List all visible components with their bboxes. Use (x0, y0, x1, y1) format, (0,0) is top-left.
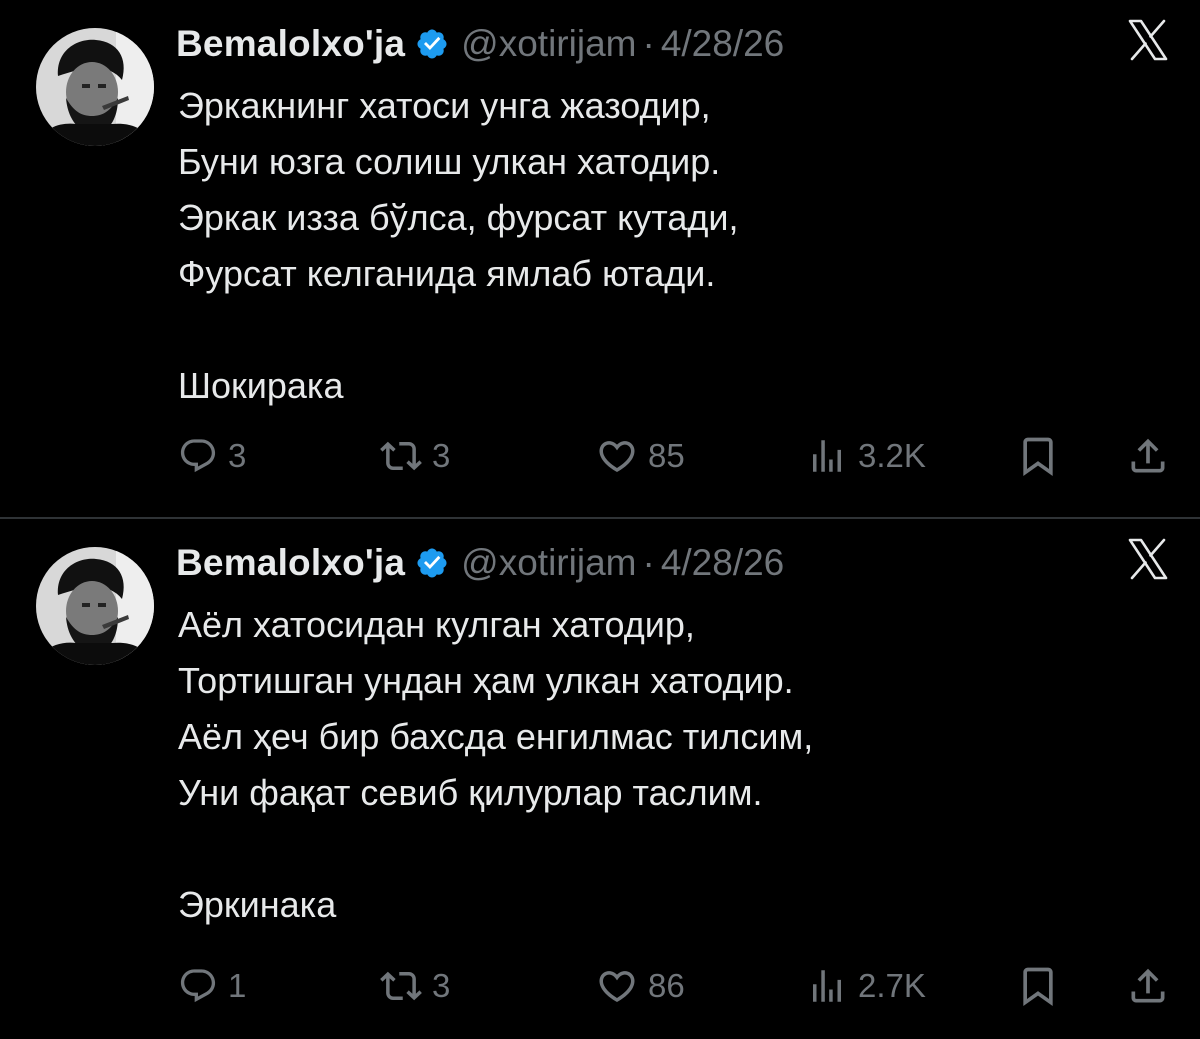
bookmark-button[interactable] (1016, 432, 1060, 480)
avatar-photo (36, 547, 154, 665)
tweet-header: Bemalolxo'ja @xotirijam · 4/28/26 (176, 539, 784, 587)
action-bar: 3 3 85 3.2K (0, 432, 1200, 480)
bookmark-icon (1023, 437, 1053, 477)
bookmark-icon (1023, 967, 1053, 1007)
reply-icon (180, 439, 216, 473)
text-line: Буни юзга солиш улкан хатодир. (178, 141, 721, 182)
tweet-text: Аёл хатосидан кулган хатодир, Тортишган … (178, 597, 1138, 933)
share-button[interactable] (1126, 962, 1170, 1010)
share-button[interactable] (1126, 432, 1170, 480)
like-button[interactable]: 86 (596, 962, 685, 1010)
repost-button[interactable]: 3 (380, 432, 450, 480)
views-count: 2.7K (858, 967, 926, 1004)
heart-icon (599, 441, 635, 473)
text-line-blank (178, 821, 1138, 877)
tweet[interactable]: Bemalolxo'ja @xotirijam · 4/28/26 Эркакн… (0, 0, 1200, 517)
repost-icon (380, 441, 422, 471)
avatar[interactable] (36, 28, 154, 146)
reply-button[interactable]: 1 (178, 962, 246, 1010)
avatar[interactable] (36, 547, 154, 665)
repost-button[interactable]: 3 (380, 962, 450, 1010)
like-count: 85 (648, 437, 685, 474)
bookmark-button[interactable] (1016, 962, 1060, 1010)
author-name[interactable]: Bemalolxo'ja (176, 23, 405, 65)
repost-count: 3 (432, 967, 451, 1004)
repost-count: 3 (432, 437, 451, 474)
text-line: Аёл хатосидан кулган хатодир, (178, 604, 695, 645)
text-line: Эркакнинг хатоси унга жазодир, (178, 85, 711, 126)
reply-count: 3 (228, 437, 247, 474)
reply-icon (180, 969, 216, 1003)
author-name[interactable]: Bemalolxo'ja (176, 542, 405, 584)
reply-count: 1 (228, 967, 247, 1004)
author-handle[interactable]: @xotirijam (461, 542, 636, 584)
views-button[interactable]: 2.7K (806, 962, 926, 1010)
verified-badge-icon (415, 546, 449, 580)
text-line: Эркак изза бўлса, фурсат кутади, (178, 197, 739, 238)
tweet-header: Bemalolxo'ja @xotirijam · 4/28/26 (176, 20, 784, 68)
avatar-photo (36, 28, 154, 146)
like-count: 86 (648, 967, 685, 1004)
x-logo-icon (1124, 16, 1172, 64)
views-count: 3.2K (858, 437, 926, 474)
repost-icon (380, 971, 422, 1001)
tweet-date[interactable]: 4/28/26 (661, 542, 784, 584)
share-icon (1131, 968, 1165, 1003)
views-button[interactable]: 3.2K (806, 432, 926, 480)
views-icon (813, 970, 841, 1002)
views-icon (813, 440, 841, 472)
signature-line: Эркинака (178, 884, 337, 925)
separator-dot: · (642, 23, 655, 64)
text-line: Аёл ҳеч бир бахсда енгилмас тилсим, (178, 716, 814, 757)
tweet-date[interactable]: 4/28/26 (661, 23, 784, 65)
heart-icon (599, 971, 635, 1003)
separator-dot: · (642, 542, 655, 583)
signature-line: Шокирака (178, 365, 344, 406)
like-button[interactable]: 85 (596, 432, 685, 480)
tweet-text: Эркакнинг хатоси унга жазодир, Буни юзга… (178, 78, 1138, 414)
x-logo-icon (1124, 535, 1172, 583)
action-bar: 1 3 86 2.7K (0, 962, 1200, 1010)
text-line-blank (178, 302, 1138, 358)
share-icon (1131, 438, 1165, 473)
verified-badge-icon (415, 27, 449, 61)
text-line: Фурсат келганида ямлаб ютади. (178, 253, 716, 294)
author-handle[interactable]: @xotirijam (461, 23, 636, 65)
reply-button[interactable]: 3 (178, 432, 246, 480)
tweet[interactable]: Bemalolxo'ja @xotirijam · 4/28/26 Аёл ха… (0, 519, 1200, 1039)
text-line: Тортишган ундан ҳам улкан хатодир. (178, 660, 794, 701)
text-line: Уни фақат севиб қилурлар таслим. (178, 772, 763, 813)
